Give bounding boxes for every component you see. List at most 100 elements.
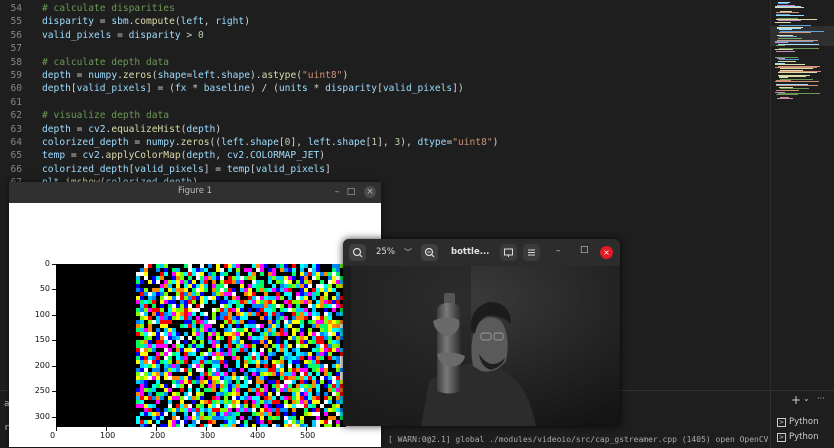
depth-pixel (260, 272, 264, 276)
code-line[interactable]: 57 (0, 42, 760, 55)
depth-pixel (324, 304, 328, 308)
depth-pixel (228, 300, 232, 304)
depth-pixel (316, 380, 320, 384)
code-line[interactable]: 59 depth = numpy.zeros(shape=left.shape).… (0, 69, 760, 82)
code-token: ), (400, 137, 418, 148)
close-button[interactable]: × (600, 246, 613, 259)
depth-pixel (320, 280, 324, 284)
image-viewer-headerbar[interactable]: 25% ﹀ bottle... – □ × (343, 239, 620, 266)
code-line[interactable]: 55 disparity = sbm.compute(left, right) (0, 15, 760, 28)
depth-pixel (324, 292, 328, 296)
maximize-button[interactable]: □ (345, 186, 357, 198)
depth-pixel (152, 344, 156, 348)
code-line[interactable]: 56 valid_pixels = disparity > 0 (0, 29, 760, 42)
minimize-button[interactable]: – (556, 246, 561, 256)
depth-pixel (304, 288, 308, 292)
slideshow-button[interactable] (500, 244, 517, 261)
depth-pixel (148, 332, 152, 336)
depth-pixel (196, 408, 200, 412)
depth-pixel (204, 300, 208, 304)
figure-titlebar[interactable]: Figure 1 – □ × (9, 182, 381, 203)
depth-pixel (144, 376, 148, 380)
depth-pixel (284, 376, 288, 380)
depth-pixel (332, 384, 336, 388)
depth-pixel (168, 316, 172, 320)
editor-minimap[interactable] (770, 0, 834, 390)
chevron-down-icon[interactable]: ⌄ (803, 394, 810, 403)
depth-pixel (160, 308, 164, 312)
code-text: valid_pixels = disparity > 0 (42, 29, 204, 42)
depth-pixel (308, 364, 312, 368)
depth-pixel (228, 360, 232, 364)
code-line[interactable]: 61 (0, 96, 760, 109)
code-line[interactable]: 58 # calculate depth data (0, 56, 760, 69)
minimize-button[interactable]: – (331, 186, 343, 198)
depth-pixel (156, 328, 160, 332)
code-line[interactable]: 64 colorized_depth = numpy.zeros((left.sh… (0, 136, 760, 149)
depth-pixel (140, 384, 144, 388)
depth-pixel (236, 404, 240, 408)
depth-pixel (268, 356, 272, 360)
depth-pixel (264, 408, 268, 412)
zoom-level-dropdown[interactable]: 25% ﹀ (370, 244, 418, 261)
minimap-viewport[interactable] (771, 26, 834, 46)
depth-pixel (232, 300, 236, 304)
code-line[interactable]: 62 # visualize depth data (0, 109, 760, 122)
depth-pixel (276, 348, 280, 352)
depth-pixel (216, 416, 220, 420)
code-token: , (203, 16, 216, 28)
more-icon[interactable]: ··· (817, 394, 825, 403)
depth-pixel (192, 272, 196, 276)
zoom-out-button[interactable] (349, 244, 366, 261)
terminal-item-python-2[interactable]: > Python (777, 432, 818, 442)
depth-pixel (208, 264, 212, 268)
depth-pixel (320, 328, 324, 332)
depth-pixel (292, 332, 296, 336)
depth-pixel (220, 284, 224, 288)
depth-pixel (252, 332, 256, 336)
depth-pixel (260, 284, 264, 288)
depth-pixel (200, 412, 204, 416)
code-line[interactable]: 54 # calculate disparities (0, 2, 760, 15)
menu-button[interactable] (523, 244, 540, 261)
figure-window[interactable]: Figure 1 – □ × 0 50 100 150 200 250 300 0 100 200… (9, 182, 381, 447)
depth-pixel (160, 316, 164, 320)
depth-pixel (156, 408, 160, 412)
maximize-button[interactable]: □ (580, 245, 589, 255)
depth-pixel (336, 344, 340, 348)
depth-pixel (240, 416, 244, 420)
depth-pixel (284, 316, 288, 320)
code-line[interactable]: 60 depth[valid_pixels] = (fx * baseline) … (0, 82, 760, 95)
depth-pixel (140, 340, 144, 344)
depth-pixel (196, 268, 200, 272)
depth-pixel (204, 292, 208, 296)
depth-pixel (272, 264, 276, 268)
code-token: units (278, 83, 308, 95)
code-line[interactable]: 66 colorized_depth[valid_pixels] = temp[v… (0, 163, 760, 176)
depth-pixel (176, 288, 180, 292)
code-line[interactable]: 63 depth = cv2.equalizeHist(depth) (0, 123, 760, 136)
depth-pixel (136, 320, 140, 324)
depth-pixel (252, 264, 256, 268)
depth-pixel (308, 388, 312, 392)
image-viewer-window[interactable]: 25% ﹀ bottle... – □ × (343, 239, 620, 426)
depth-pixel (304, 400, 308, 404)
depth-pixel (328, 356, 332, 360)
depth-pixel (296, 388, 300, 392)
terminal-item-python-1[interactable]: > Python (777, 417, 818, 427)
depth-pixel (196, 412, 200, 416)
depth-pixel (140, 380, 144, 384)
depth-pixel (160, 392, 164, 396)
depth-pixel (168, 268, 172, 272)
depth-pixel (148, 360, 152, 364)
depth-pixel (220, 312, 224, 316)
depth-pixel (144, 352, 148, 356)
add-terminal-button[interactable]: + (791, 393, 801, 407)
depth-pixel (148, 264, 152, 268)
depth-pixel (336, 348, 340, 352)
close-button[interactable]: × (364, 186, 376, 198)
code-line[interactable]: 65 temp = cv2.applyColorMap(depth, cv2.CO… (0, 149, 760, 162)
depth-pixel (136, 344, 140, 348)
zoom-in-button[interactable] (421, 244, 438, 261)
depth-pixel (168, 332, 172, 336)
